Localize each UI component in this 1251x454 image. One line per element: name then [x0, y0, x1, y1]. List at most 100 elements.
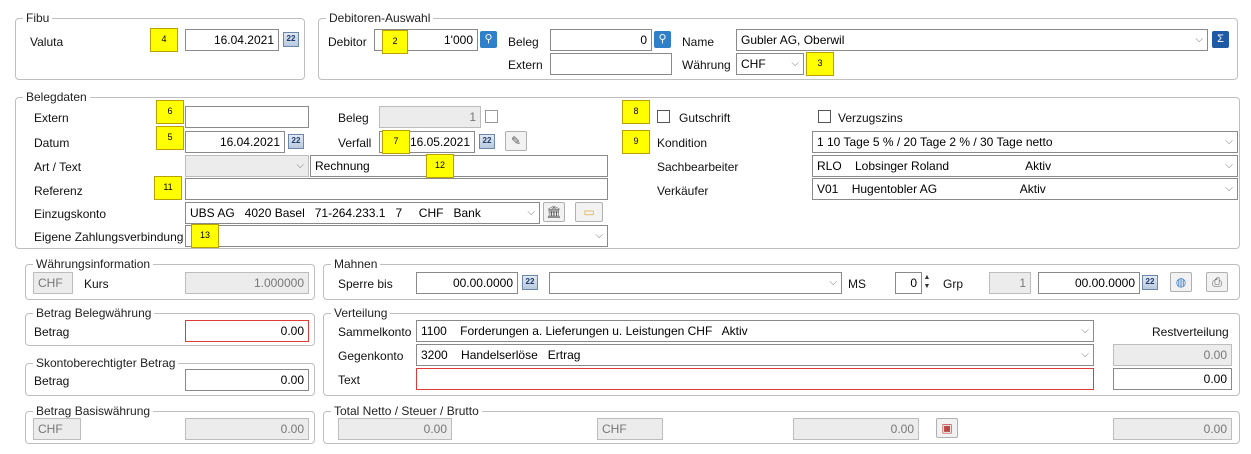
- extern-input[interactable]: [550, 53, 672, 75]
- waehrung-label: Währung: [682, 58, 731, 72]
- betrag-beleg-title: Betrag Belegwährung: [33, 306, 155, 320]
- basis-value: 0.00: [280, 422, 304, 436]
- name-value: Gubler AG, Oberwil: [741, 33, 845, 47]
- waehrung-dropdown[interactable]: CHF ⌵: [736, 53, 804, 75]
- beleg-value: 0: [640, 33, 647, 47]
- grp-input: 1: [989, 272, 1031, 294]
- beleg-extern-input[interactable]: [185, 106, 309, 128]
- folder-icon[interactable]: ▭: [575, 202, 603, 222]
- gegenkonto-label: Gegenkonto: [338, 349, 404, 363]
- kurs-input: 1.000000: [185, 272, 309, 294]
- print-icon[interactable]: ⎙: [1206, 272, 1228, 292]
- total-brutto-input: 0.00: [1113, 418, 1232, 440]
- total-netto-value: 0.00: [423, 422, 447, 436]
- mahnen-date-input[interactable]: 00.00.0000: [1038, 272, 1140, 294]
- chevron-down-icon: ⌵: [1081, 349, 1089, 360]
- gegenkonto-dropdown[interactable]: 3200 Handelserlöse Ertrag ⌵: [416, 344, 1094, 366]
- extern-label: Extern: [508, 58, 543, 72]
- eigene-zahlungsverbindung-dropdown[interactable]: ⌵: [185, 225, 608, 247]
- sigma-button[interactable]: Σ: [1212, 31, 1229, 48]
- beleg-extern-label: Extern: [34, 111, 69, 125]
- betrag-beleg-value: 0.00: [280, 324, 304, 338]
- datum-input[interactable]: 16.04.2021: [185, 131, 285, 153]
- mahnen-calendar-icon[interactable]: 22: [1142, 275, 1158, 290]
- chevron-down-icon: ⌵: [296, 160, 304, 171]
- restverteilung-value: 0.00: [1203, 348, 1227, 362]
- tax-icon[interactable]: ▣: [936, 418, 958, 438]
- valuta-input[interactable]: 16.04.2021: [185, 29, 279, 51]
- debitor-search-icon[interactable]: ⚲: [480, 31, 497, 48]
- sperre-bis-label: Sperre bis: [338, 277, 393, 291]
- sperre-bis-value: 00.00.0000: [452, 276, 513, 290]
- name-dropdown[interactable]: Gubler AG, Oberwil ⌵: [736, 29, 1208, 51]
- datum-calendar-icon[interactable]: 22: [288, 134, 304, 149]
- skonto-betrag-label: Betrag: [34, 374, 70, 388]
- gegenkonto-value: 3200 Handelserlöse Ertrag: [421, 348, 581, 362]
- sperre-bis-input[interactable]: 00.00.0000: [416, 272, 518, 294]
- beleg-label: Beleg: [508, 35, 539, 49]
- ms-value: 0: [910, 276, 917, 290]
- sperre-calendar-icon[interactable]: 22: [522, 275, 538, 290]
- belegnr-label: Beleg: [338, 111, 369, 125]
- verteilung-text-label: Text: [338, 373, 361, 387]
- ms-spinner[interactable]: ▲ ▼: [922, 273, 932, 291]
- sperre-dropdown[interactable]: ⌵: [549, 272, 842, 294]
- eigene-zahlungsverbindung-label: Eigene Zahlungsverbindung: [34, 230, 184, 244]
- belegtext-input[interactable]: Rechnung: [310, 155, 608, 177]
- debitoren-auswahl-title: Debitoren-Auswahl: [326, 11, 434, 25]
- marker-3: 3: [806, 52, 834, 76]
- verzugszins-checkbox[interactable]: [818, 110, 831, 123]
- art-dropdown[interactable]: ⌵: [185, 155, 309, 177]
- ms-input[interactable]: 0: [895, 272, 922, 294]
- einzugskonto-value: UBS AG 4020 Basel 71-264.233.1 7 CHF Ban…: [190, 206, 481, 220]
- sachbearbeiter-value: RLO Lobsinger Roland Aktiv: [817, 159, 1052, 173]
- debitor-label: Debitor: [328, 35, 367, 49]
- globe-icon[interactable]: ◍: [1170, 272, 1192, 292]
- waehrung-value: CHF: [741, 57, 766, 71]
- kurs-label: Kurs: [84, 277, 109, 291]
- referenz-input[interactable]: [185, 178, 608, 200]
- verteilung-text-input[interactable]: [416, 368, 1094, 390]
- marker-13: 13: [191, 224, 219, 248]
- art-label: Art / Text: [34, 160, 82, 174]
- verkaeufer-dropdown[interactable]: V01 Hugentobler AG Aktiv ⌵: [812, 178, 1238, 200]
- verteilung-total-input[interactable]: 0.00: [1113, 368, 1232, 390]
- grp-value: 1: [1019, 276, 1026, 290]
- beleg-input[interactable]: 0: [550, 29, 652, 51]
- belegtext-value: Rechnung: [315, 159, 370, 173]
- sammelkonto-dropdown[interactable]: 1100 Forderungen a. Lieferungen u. Leist…: [416, 320, 1094, 342]
- valuta-value: 16.04.2021: [213, 33, 274, 47]
- belegnr-checkbox[interactable]: [485, 110, 498, 123]
- basis-currency: CHF: [33, 418, 81, 440]
- kondition-dropdown[interactable]: 1 10 Tage 5 % / 20 Tage 2 % / 30 Tage ne…: [812, 131, 1238, 153]
- total-steuer-input: 0.00: [793, 418, 919, 440]
- mahnen-title: Mahnen: [331, 257, 381, 271]
- belegdaten-title: Belegdaten: [23, 90, 90, 104]
- referenz-label: Referenz: [34, 184, 83, 198]
- betrag-beleg-input[interactable]: 0.00: [185, 320, 309, 342]
- total-steuer-value: 0.00: [890, 422, 914, 436]
- calendar-icon[interactable]: 22: [283, 32, 299, 47]
- einzugskonto-dropdown[interactable]: UBS AG 4020 Basel 71-264.233.1 7 CHF Ban…: [185, 202, 540, 224]
- skonto-betrag-input[interactable]: 0.00: [185, 369, 309, 391]
- verfall-calendar-icon[interactable]: 22: [479, 134, 495, 149]
- bank-icon[interactable]: 🏛: [543, 202, 565, 222]
- marker-4: 4: [150, 28, 178, 52]
- edit-icon[interactable]: ✎: [505, 131, 527, 151]
- marker-5: 5: [156, 126, 184, 150]
- sachbearbeiter-dropdown[interactable]: RLO Lobsinger Roland Aktiv ⌵: [812, 155, 1238, 177]
- verkaeufer-label: Verkäufer: [657, 184, 709, 198]
- debitor-value: 1'000: [444, 33, 473, 47]
- gutschrift-checkbox[interactable]: [657, 110, 670, 123]
- verfall-label: Verfall: [338, 136, 372, 150]
- marker-12: 12: [426, 154, 454, 178]
- mahnen-date-value: 00.00.0000: [1074, 276, 1135, 290]
- datum-label: Datum: [34, 136, 70, 150]
- sammelkonto-label: Sammelkonto: [338, 325, 412, 339]
- total-brutto-value: 0.00: [1203, 422, 1227, 436]
- verzugszins-label: Verzugszins: [838, 111, 903, 125]
- basis-value-input: 0.00: [185, 418, 309, 440]
- chevron-down-icon: ⌵: [1225, 136, 1233, 147]
- belegnr-value: 1: [469, 110, 476, 124]
- beleg-search-icon[interactable]: ⚲: [654, 31, 671, 48]
